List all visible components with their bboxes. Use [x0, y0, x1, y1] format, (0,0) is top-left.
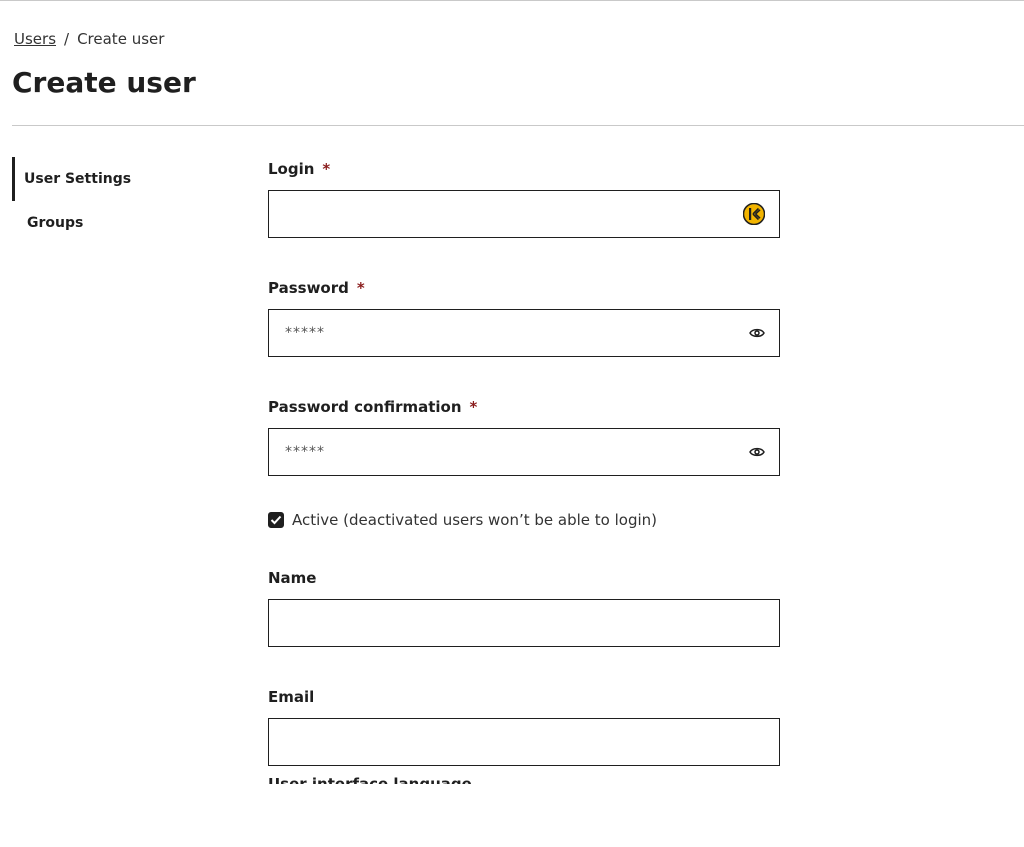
- email-input[interactable]: [269, 719, 779, 765]
- name-label: Name: [268, 569, 317, 587]
- checkmark-icon: [270, 515, 282, 525]
- required-marker: *: [469, 398, 478, 416]
- title-divider: [12, 125, 1024, 126]
- breadcrumb-separator: /: [64, 30, 70, 48]
- password-confirmation-input[interactable]: [269, 429, 779, 475]
- name-input[interactable]: [269, 600, 779, 646]
- password-label: Password *: [268, 274, 780, 302]
- name-input-wrapper: [268, 599, 780, 647]
- create-user-form: Login * Password * Password confirmation…: [268, 155, 780, 766]
- breadcrumb: Users / Create user: [14, 30, 164, 48]
- eye-icon[interactable]: [749, 327, 765, 339]
- password-confirmation-label-text: Password confirmation: [268, 398, 462, 416]
- login-label: Login *: [268, 155, 780, 183]
- login-input-wrapper: [268, 190, 780, 238]
- login-field-group: Login *: [268, 155, 780, 238]
- email-field-group: Email: [268, 683, 780, 766]
- top-border: [0, 0, 1024, 1]
- active-checkbox-label[interactable]: Active (deactivated users won’t be able …: [292, 511, 657, 529]
- password-confirmation-label: Password confirmation *: [268, 393, 780, 421]
- active-checkbox-row: Active (deactivated users won’t be able …: [268, 510, 780, 530]
- login-input[interactable]: [269, 191, 779, 237]
- active-checkbox[interactable]: [268, 512, 284, 528]
- eye-icon[interactable]: [749, 446, 765, 458]
- page-title: Create user: [12, 66, 196, 99]
- login-label-text: Login: [268, 160, 315, 178]
- sidebar-item-user-settings[interactable]: User Settings: [12, 157, 212, 201]
- breadcrumb-current: Create user: [77, 30, 165, 48]
- user-interface-language-label: User interface language: [268, 775, 472, 784]
- sidebar-item-groups[interactable]: Groups: [12, 201, 212, 245]
- password-field-group: Password *: [268, 274, 780, 357]
- keeper-icon[interactable]: [743, 203, 765, 225]
- password-confirmation-field-group: Password confirmation *: [268, 393, 780, 476]
- password-input[interactable]: [269, 310, 779, 356]
- breadcrumb-link-users[interactable]: Users: [14, 30, 56, 48]
- email-label: Email: [268, 688, 315, 706]
- required-marker: *: [356, 279, 365, 297]
- password-confirmation-input-wrapper: [268, 428, 780, 476]
- name-field-group: Name: [268, 564, 780, 647]
- password-label-text: Password: [268, 279, 349, 297]
- email-input-wrapper: [268, 718, 780, 766]
- password-input-wrapper: [268, 309, 780, 357]
- required-marker: *: [322, 160, 331, 178]
- settings-sidebar: User Settings Groups: [12, 157, 212, 245]
